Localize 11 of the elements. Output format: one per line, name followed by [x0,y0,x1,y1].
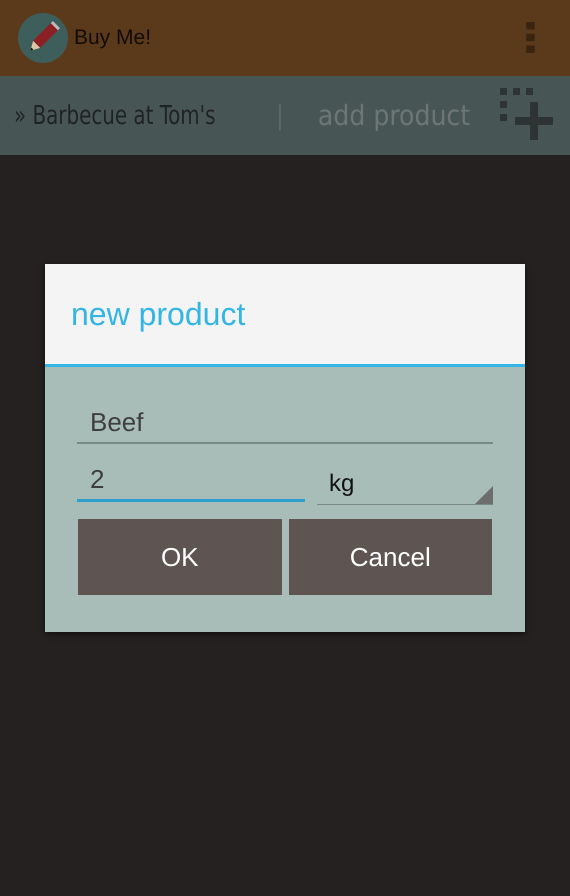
ok-button[interactable]: OK [78,519,282,595]
input-field[interactable]: 2 [77,460,305,502]
dialog-title: new product [71,296,246,332]
cancel-button[interactable]: Cancel [288,519,492,595]
overflow-menu-icon[interactable] [526,22,535,54]
app-title: Buy Me! [74,26,152,50]
separator: | [276,100,284,130]
pencil-logo-icon[interactable] [18,13,68,63]
input-field[interactable]: Beef [77,403,493,444]
dropdown-corner-icon [475,486,493,504]
unit-dropdown[interactable]: kg [317,460,493,505]
